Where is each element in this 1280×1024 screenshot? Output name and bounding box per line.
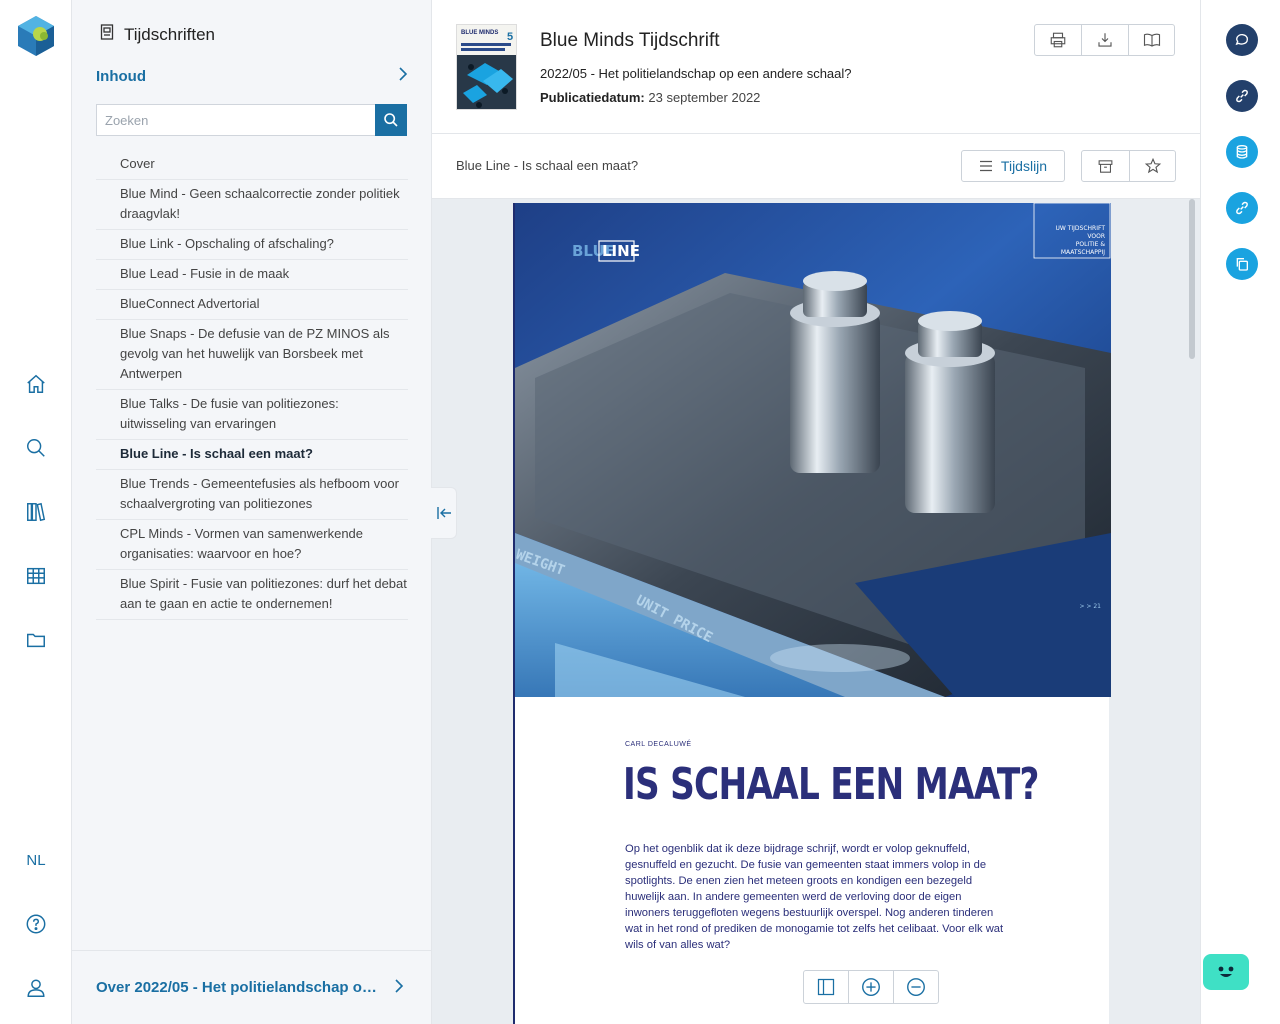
magazine-cover-thumbnail[interactable]: BLUE MINDS 5 xyxy=(456,24,517,110)
toc-search xyxy=(96,104,407,136)
archive-button[interactable] xyxy=(1082,151,1129,181)
toc-item[interactable]: CPL Minds - Vormen van samenwerkende org… xyxy=(96,520,408,570)
article-viewer[interactable]: BLUE LINE UW TIJDSCHRIFT VOOR POLITIE & … xyxy=(432,199,1200,1024)
help-icon[interactable] xyxy=(20,908,52,940)
home-icon[interactable] xyxy=(20,368,52,400)
cover-number: 5 xyxy=(507,31,513,43)
user-icon[interactable] xyxy=(20,972,52,1004)
chatbot-face-icon xyxy=(1218,966,1234,977)
zoom-toolbar xyxy=(803,970,939,1004)
chevron-right-icon xyxy=(398,66,408,86)
collapse-panel-button[interactable] xyxy=(431,487,457,539)
header-divider xyxy=(432,133,1200,134)
copy-button[interactable] xyxy=(1226,248,1258,280)
toc-item[interactable]: Blue Lead - Fusie in de maak xyxy=(96,260,408,290)
publication-date-label: Publicatiedatum: xyxy=(540,90,645,105)
page-brand-box: LINE xyxy=(602,242,640,260)
comment-icon xyxy=(1235,33,1249,46)
database-icon xyxy=(1236,145,1248,159)
toc-section-label: Inhoud xyxy=(96,67,146,85)
language-switch[interactable]: NL xyxy=(0,852,72,869)
chatbot-button[interactable] xyxy=(1203,954,1249,990)
toc-header: Tijdschriften xyxy=(100,24,215,45)
link-button[interactable] xyxy=(1226,80,1258,112)
article-headline: IS SCHAAL EEN MAAT? xyxy=(623,759,1039,810)
toc-list: Cover Blue Mind - Geen schaalcorrectie zo… xyxy=(96,150,408,620)
page-tagline-3: POLITIE & xyxy=(1076,241,1106,248)
zoom-out-button[interactable] xyxy=(893,971,938,1003)
toc-panel: Tijdschriften Inhoud CoverBlue Mind - Ge… xyxy=(72,0,432,1024)
nav-rail: NL xyxy=(0,0,72,1024)
article-lede: Op het ogenblik dat ik deze bijdrage sch… xyxy=(625,843,1004,951)
article-actions xyxy=(1081,150,1176,182)
scrollbar-thumb[interactable] xyxy=(1189,199,1195,359)
folder-icon[interactable] xyxy=(20,624,52,656)
toc-item[interactable]: Blue Spirit - Fusie van politiezones: du… xyxy=(96,570,408,620)
favorite-button[interactable] xyxy=(1129,151,1175,181)
page-tagline-4: MAATSCHAPPIJ xyxy=(1061,249,1105,256)
article-title: Blue Line - Is schaal een maat? xyxy=(456,158,639,173)
toc-heading: Tijdschriften xyxy=(124,24,216,44)
search-button[interactable] xyxy=(375,104,407,136)
article-photo: BLUE LINE UW TIJDSCHRIFT VOOR POLITIE & … xyxy=(515,203,1111,697)
magazine-icon xyxy=(100,24,114,45)
print-icon xyxy=(1050,32,1066,48)
zoom-in-icon xyxy=(862,978,880,996)
magazine-title: Blue Minds Tijdschrift xyxy=(540,30,720,51)
book-open-icon xyxy=(1143,33,1160,47)
chevron-right-icon xyxy=(394,978,404,998)
toc-item[interactable]: Blue Snaps - De defusie van de PZ MINOS … xyxy=(96,320,408,390)
toc-section-inhoud[interactable]: Inhoud xyxy=(96,66,408,86)
toc-item[interactable]: BlueConnect Advertorial xyxy=(96,290,408,320)
toc-item[interactable]: Cover xyxy=(96,150,408,180)
toc-item[interactable]: Blue Line - Is schaal een maat? xyxy=(96,440,408,470)
search-input[interactable] xyxy=(96,104,375,136)
star-icon xyxy=(1144,157,1161,174)
zoom-out-icon xyxy=(907,978,925,996)
search-icon[interactable] xyxy=(20,432,52,464)
copy-icon xyxy=(1236,258,1248,271)
timeline-button[interactable]: Tijdslijn xyxy=(961,150,1065,182)
issue-about-label: Over 2022/05 - Het politielandschap o… xyxy=(96,979,377,996)
related-link-button[interactable] xyxy=(1226,192,1258,224)
main-content: BLUE MINDS 5 Blue Minds Tijdschrift 2022… xyxy=(432,0,1200,1024)
article-page: BLUE LINE UW TIJDSCHRIFT VOOR POLITIE & … xyxy=(513,203,1111,1024)
issue-actions xyxy=(1034,24,1175,56)
database-button[interactable] xyxy=(1226,136,1258,168)
fit-page-button[interactable] xyxy=(804,971,848,1003)
issue-about-link[interactable]: Over 2022/05 - Het politielandschap o… xyxy=(72,950,432,1024)
publication-date-value: 23 september 2022 xyxy=(648,90,761,105)
timeline-label: Tijdslijn xyxy=(1000,158,1048,174)
download-button[interactable] xyxy=(1081,25,1128,55)
toc-item[interactable]: Blue Mind - Geen schaalcorrectie zonder … xyxy=(96,180,408,230)
cover-brand: BLUE MINDS xyxy=(461,30,498,36)
collapse-left-icon xyxy=(436,507,451,519)
link-icon xyxy=(1236,201,1248,215)
search-icon xyxy=(384,113,398,127)
print-button[interactable] xyxy=(1035,25,1081,55)
list-icon xyxy=(979,160,992,172)
toc-item[interactable]: Blue Link - Opschaling of afschaling? xyxy=(96,230,408,260)
link-icon xyxy=(1236,89,1248,103)
download-icon xyxy=(1098,33,1112,47)
article-author: CARL DECALUWÉ xyxy=(625,741,692,748)
sidebar-toggle-icon xyxy=(817,978,835,996)
toc-item[interactable]: Blue Trends - Gemeentefusies als hefboom… xyxy=(96,470,408,520)
viewer-scrollbar[interactable] xyxy=(1188,199,1196,1024)
page-tagline-1: UW TIJDSCHRIFT xyxy=(1055,225,1105,232)
issue-title: 2022/05 - Het politielandschap op een an… xyxy=(540,66,852,81)
table-icon[interactable] xyxy=(20,560,52,592)
comment-button[interactable] xyxy=(1226,24,1258,56)
page-number: > > 21 xyxy=(1079,603,1101,610)
library-icon[interactable] xyxy=(20,496,52,528)
read-button[interactable] xyxy=(1128,25,1174,55)
app-logo[interactable] xyxy=(14,14,58,58)
zoom-in-button[interactable] xyxy=(848,971,893,1003)
side-actions xyxy=(1200,0,1280,1024)
archive-icon xyxy=(1098,159,1113,173)
page-tagline-2: VOOR xyxy=(1087,233,1105,240)
publication-date: Publicatiedatum: 23 september 2022 xyxy=(540,90,760,105)
toc-item[interactable]: Blue Talks - De fusie van politiezones: … xyxy=(96,390,408,440)
